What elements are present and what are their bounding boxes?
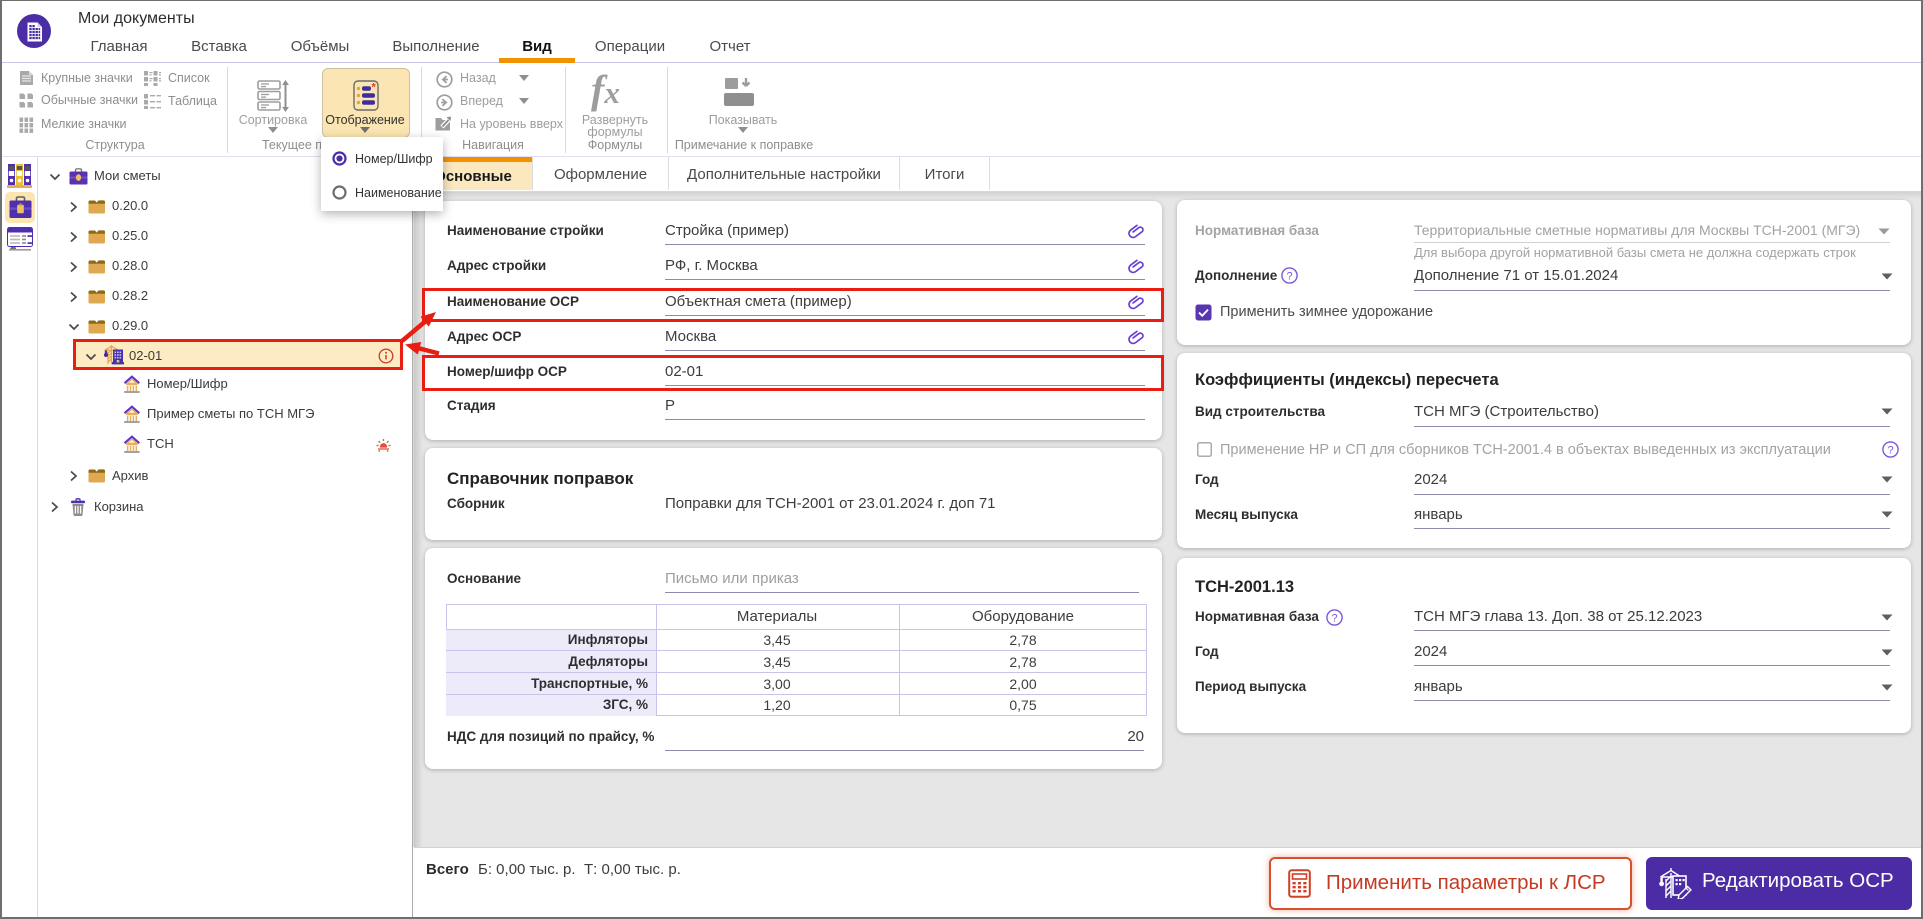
svg-text:*: * [372, 82, 377, 94]
